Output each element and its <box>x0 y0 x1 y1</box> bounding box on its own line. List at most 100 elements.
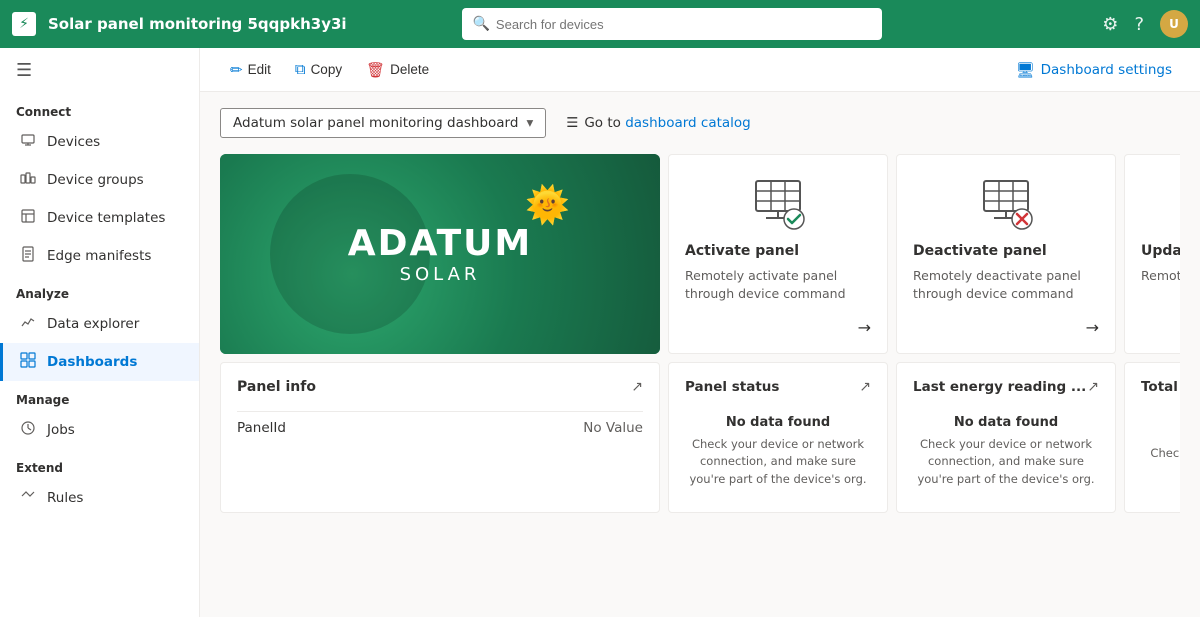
panel-info-title: Panel info <box>237 379 316 395</box>
deactivate-panel-icon <box>913 171 1099 235</box>
deactivate-panel-title: Deactivate panel <box>913 243 1099 259</box>
sidebar-item-rules[interactable]: Rules <box>0 479 199 517</box>
catalog-link-anchor[interactable]: dashboard catalog <box>625 115 751 131</box>
last-energy-no-data-desc: Check your device or network connection,… <box>913 436 1099 488</box>
deactivate-arrow-icon: → <box>1086 318 1099 337</box>
panelid-value: No Value <box>583 420 643 436</box>
sun-icon: 🌞 <box>525 184 570 226</box>
total-energy-card: Total ener... No c... Check your... conn… <box>1124 362 1180 513</box>
panel-status-no-data: No data found Check your device or netwo… <box>685 407 871 496</box>
deactivate-panel-card[interactable]: Deactivate panel Remotely deactivate pan… <box>896 154 1116 354</box>
sidebar-item-jobs[interactable]: Jobs <box>0 411 199 449</box>
activate-panel-card[interactable]: Activate panel Remotely activate panel t… <box>668 154 888 354</box>
dashboard-select-label: Adatum solar panel monitoring dashboard <box>233 115 518 131</box>
top-nav-right: ⚙ ? U <box>1102 10 1188 38</box>
section-manage: Manage <box>0 381 199 411</box>
last-energy-no-data-title: No data found <box>954 415 1058 430</box>
panel-status-title: Panel status <box>685 379 779 395</box>
sidebar-label-device-groups: Device groups <box>47 172 144 188</box>
app-logo-icon: ⚡ <box>12 12 36 36</box>
copy-button[interactable]: ⧉ Copy <box>285 56 352 83</box>
app-title: Solar panel monitoring 5qqpkh3y3i <box>48 15 347 33</box>
app-body: ☰ Connect Devices Device groups Device t… <box>0 48 1200 617</box>
dashboard-content: Adatum solar panel monitoring dashboard … <box>200 92 1200 617</box>
section-connect: Connect <box>0 93 199 123</box>
last-energy-header: Last energy reading ... ↗ <box>913 379 1099 395</box>
toolbar: ✏ Edit ⧉ Copy 🗑 Delete 🖥 Dashboard setti… <box>200 48 1200 92</box>
sidebar-label-jobs: Jobs <box>47 422 75 438</box>
avatar[interactable]: U <box>1160 10 1188 38</box>
update-firmware-icon <box>1141 171 1180 235</box>
sidebar-item-edge-manifests[interactable]: Edge manifests <box>0 237 199 275</box>
copy-icon: ⧉ <box>295 61 306 78</box>
total-energy-no-data: No c... Check your... connection, a... p… <box>1141 407 1180 496</box>
expand-icon[interactable]: ↗ <box>631 379 643 395</box>
sidebar-item-device-groups[interactable]: Device groups <box>0 161 199 199</box>
delete-icon: 🗑 <box>366 61 385 79</box>
sidebar-item-devices[interactable]: Devices <box>0 123 199 161</box>
dashboard-settings-button[interactable]: 🖥 Dashboard settings <box>1008 56 1180 84</box>
total-energy-header: Total ener... <box>1141 379 1180 395</box>
edit-button[interactable]: ✏ Edit <box>220 56 281 84</box>
activate-panel-title: Activate panel <box>685 243 871 259</box>
section-analyze: Analyze <box>0 275 199 305</box>
sidebar-label-dashboards: Dashboards <box>47 354 137 370</box>
total-energy-title: Total ener... <box>1141 379 1180 395</box>
hero-text: ADATUM SOLAR <box>348 223 532 285</box>
panel-status-no-data-desc: Check your device or network connection,… <box>685 436 871 488</box>
dashboards-icon <box>19 352 37 372</box>
activate-arrow-icon: → <box>858 318 871 337</box>
update-firmware-title: Update fir... <box>1141 243 1180 259</box>
delete-button[interactable]: 🗑 Delete <box>356 56 439 84</box>
sidebar-toggle[interactable]: ☰ <box>0 48 199 93</box>
sidebar-label-edge-manifests: Edge manifests <box>47 248 151 264</box>
sidebar-label-data-explorer: Data explorer <box>47 316 139 332</box>
sidebar: ☰ Connect Devices Device groups Device t… <box>0 48 200 617</box>
dashboard-dropdown[interactable]: Adatum solar panel monitoring dashboard … <box>220 108 546 138</box>
sidebar-item-device-templates[interactable]: Device templates <box>0 199 199 237</box>
edge-manifests-icon <box>19 246 37 266</box>
device-templates-icon <box>19 208 37 228</box>
data-explorer-icon <box>19 314 37 334</box>
rules-icon <box>19 488 37 508</box>
hero-adatum-text: ADATUM <box>348 223 532 264</box>
chevron-down-icon: ▾ <box>526 115 533 131</box>
device-groups-icon <box>19 170 37 190</box>
last-energy-card: Last energy reading ... ↗ No data found … <box>896 362 1116 513</box>
edit-label: Edit <box>248 62 271 77</box>
hero-banner-card: 🌞 ADATUM SOLAR <box>220 154 660 354</box>
panel-status-header: Panel status ↗ <box>685 379 871 395</box>
deactivate-panel-desc: Remotely deactivate panel through device… <box>913 267 1099 310</box>
edit-icon: ✏ <box>230 61 243 79</box>
panel-info-card: Panel info ↗ PanelId No Value <box>220 362 660 513</box>
sidebar-label-rules: Rules <box>47 490 83 506</box>
sidebar-label-devices: Devices <box>47 134 100 150</box>
panel-status-expand-icon[interactable]: ↗ <box>859 379 871 395</box>
total-energy-no-data-desc: Check your... connection, a... part of t… <box>1141 445 1180 480</box>
last-energy-title: Last energy reading ... <box>913 379 1086 395</box>
catalog-link[interactable]: ☰ Go to dashboard catalog <box>566 115 751 131</box>
dashboard-settings-label: Dashboard settings <box>1041 62 1172 78</box>
last-energy-expand-icon[interactable]: ↗ <box>1087 379 1099 395</box>
panelid-label: PanelId <box>237 420 583 436</box>
search-input[interactable] <box>496 17 873 32</box>
monitor-icon: 🖥 <box>1016 61 1035 79</box>
search-bar[interactable]: 🔍 <box>462 8 882 40</box>
sidebar-item-dashboards[interactable]: Dashboards <box>0 343 199 381</box>
update-firmware-card[interactable]: Update fir... Remotely up... through dev… <box>1124 154 1180 354</box>
top-navigation: ⚡ Solar panel monitoring 5qqpkh3y3i 🔍 ⚙ … <box>0 0 1200 48</box>
dashboard-grid: 🌞 ADATUM SOLAR <box>220 154 1180 513</box>
panel-info-header: Panel info ↗ <box>237 379 643 395</box>
jobs-icon <box>19 420 37 440</box>
sidebar-label-device-templates: Device templates <box>47 210 165 226</box>
main-content-area: ✏ Edit ⧉ Copy 🗑 Delete 🖥 Dashboard setti… <box>200 48 1200 617</box>
sidebar-item-data-explorer[interactable]: Data explorer <box>0 305 199 343</box>
catalog-link-text: Go to dashboard catalog <box>584 115 750 131</box>
hamburger-icon: ☰ <box>566 115 578 131</box>
settings-icon[interactable]: ⚙ <box>1102 14 1118 35</box>
help-icon[interactable]: ? <box>1134 14 1144 35</box>
panel-status-no-data-title: No data found <box>726 415 830 430</box>
dashboard-selector-row: Adatum solar panel monitoring dashboard … <box>220 108 1180 138</box>
delete-label: Delete <box>390 62 429 77</box>
update-firmware-desc: Remotely up... through dev... <box>1141 267 1180 337</box>
